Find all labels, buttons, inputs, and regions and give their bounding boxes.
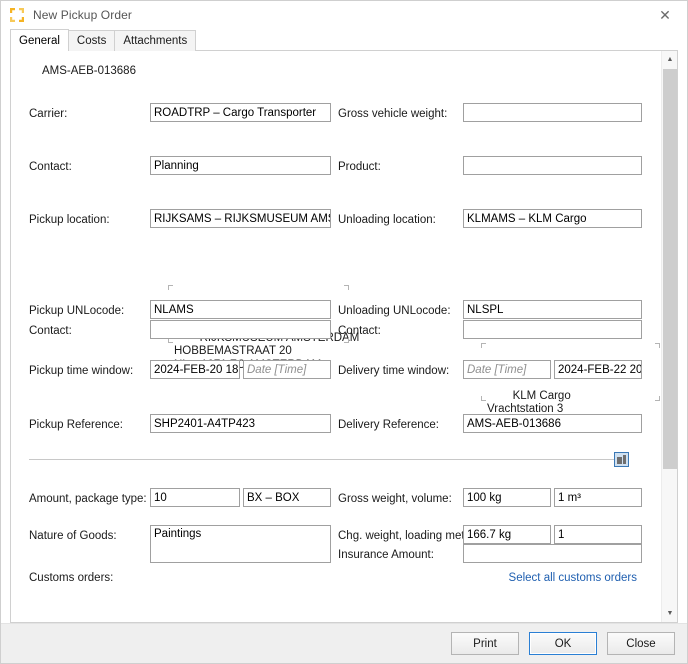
delivery-time-window-label: Delivery time window: [338, 365, 450, 377]
pickup-time-window-label: Pickup time window: [29, 365, 134, 377]
tab-general[interactable]: General [10, 29, 69, 51]
pickup-contact-input[interactable] [150, 320, 331, 339]
scroll-down-icon[interactable]: ▼ [662, 605, 677, 622]
product-input[interactable] [463, 156, 642, 175]
unloading-contact-input[interactable] [463, 320, 642, 339]
carrier-label: Carrier: [29, 108, 68, 120]
contact-label: Contact: [29, 161, 72, 173]
gross-weight-volume-label: Gross weight, volume: [338, 493, 452, 505]
unloading-unlocode-input[interactable]: NLSPL [463, 300, 642, 319]
close-button[interactable]: Close [607, 632, 675, 655]
nature-of-goods-input[interactable]: Paintings [150, 525, 331, 563]
chg-weight-input[interactable]: 166.7 kg [463, 525, 551, 544]
ok-button[interactable]: OK [529, 632, 597, 655]
pickup-reference-label: Pickup Reference: [29, 419, 123, 431]
nature-of-goods-label: Nature of Goods: [29, 530, 117, 542]
pickup-time-window-from-input[interactable]: 2024-FEB-20 18:07 [150, 360, 240, 379]
print-button[interactable]: Print [451, 632, 519, 655]
section-divider [29, 459, 621, 460]
package-type-input[interactable]: BX – BOX [243, 488, 331, 507]
general-tab-panel: AMS-AEB-013686 Carrier: ROADTRP – Cargo … [11, 51, 661, 622]
app-brackets-icon [9, 7, 25, 23]
insurance-amount-input[interactable] [463, 544, 642, 563]
gross-vehicle-weight-input[interactable] [463, 103, 642, 122]
unloading-location-label: Unloading location: [338, 214, 436, 226]
pickup-time-window-to-input[interactable]: Date [Time] [243, 360, 331, 379]
product-label: Product: [338, 161, 381, 173]
tab-costs[interactable]: Costs [67, 30, 116, 51]
pickup-unlocode-input[interactable]: NLAMS [150, 300, 331, 319]
gross-vehicle-weight-label: Gross vehicle weight: [338, 108, 448, 120]
contact-input[interactable]: Planning [150, 156, 331, 175]
dialog-footer: Print OK Close [1, 623, 687, 663]
amount-input[interactable]: 10 [150, 488, 240, 507]
pickup-location-input[interactable]: RIJKSAMS – RIJKSMUSEUM AMSTERDAM [150, 209, 331, 228]
loading-meters-input[interactable]: 1 [554, 525, 642, 544]
title-bar: New Pickup Order ✕ [1, 1, 687, 29]
pickup-unlocode-label: Pickup UNLocode: [29, 305, 125, 317]
window-title: New Pickup Order [33, 8, 132, 22]
form-panel-wrapper: AMS-AEB-013686 Carrier: ROADTRP – Cargo … [10, 51, 678, 623]
pickup-contact-label: Contact: [29, 325, 72, 337]
tab-strip: General Costs Attachments [1, 29, 687, 51]
amount-package-type-label: Amount, package type: [29, 493, 147, 505]
new-pickup-order-window: New Pickup Order ✕ General Costs Attachm… [0, 0, 688, 664]
unloading-unlocode-label: Unloading UNLocode: [338, 305, 451, 317]
chg-weight-loading-meters-label: Chg. weight, loading meters: [338, 530, 484, 542]
vertical-scrollbar[interactable]: ▲ ▼ [661, 51, 677, 622]
carrier-input[interactable]: ROADTRP – Cargo Transporter [150, 103, 331, 122]
gross-weight-input[interactable]: 100 kg [463, 488, 551, 507]
tab-attachments[interactable]: Attachments [114, 30, 197, 51]
insurance-amount-label: Insurance Amount: [338, 549, 434, 561]
customs-orders-label: Customs orders: [29, 572, 114, 584]
close-icon[interactable]: ✕ [643, 1, 687, 29]
select-all-customs-orders-link[interactable]: Select all customs orders [509, 572, 637, 584]
delivery-reference-label: Delivery Reference: [338, 419, 439, 431]
unloading-location-input[interactable]: KLMAMS – KLM Cargo [463, 209, 642, 228]
delivery-time-window-from-input[interactable]: Date [Time] [463, 360, 551, 379]
delivery-reference-input[interactable]: AMS-AEB-013686 [463, 414, 642, 433]
pickup-location-label: Pickup location: [29, 214, 110, 226]
package-details-icon[interactable] [614, 452, 629, 467]
pickup-reference-input[interactable]: SHP2401-A4TP423 [150, 414, 331, 433]
delivery-time-window-to-input[interactable]: 2024-FEB-22 20:00 [554, 360, 642, 379]
scroll-up-icon[interactable]: ▲ [662, 51, 677, 68]
scrollbar-thumb[interactable] [663, 69, 677, 469]
unloading-contact-label: Contact: [338, 325, 381, 337]
volume-input[interactable]: 1 m³ [554, 488, 642, 507]
order-number: AMS-AEB-013686 [42, 65, 136, 77]
